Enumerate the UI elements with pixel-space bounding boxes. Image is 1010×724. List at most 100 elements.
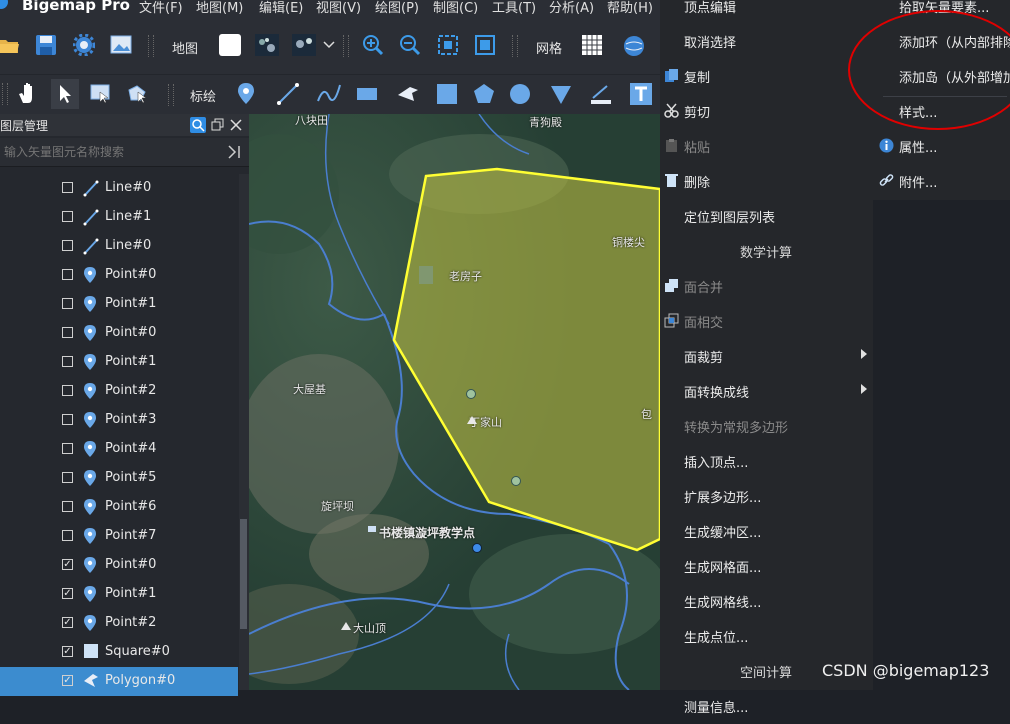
layer-visibility-checkbox[interactable]: ✓: [62, 675, 73, 686]
close-icon[interactable]: [229, 118, 243, 132]
menu-edit[interactable]: 编辑(E): [259, 0, 303, 16]
fit-window-icon[interactable]: [474, 34, 496, 56]
layer-tree-row[interactable]: Line#1: [0, 203, 238, 232]
blank-map-icon[interactable]: [219, 34, 241, 56]
hybrid-map-icon[interactable]: [292, 34, 316, 56]
layer-tree-row[interactable]: Point#5: [0, 464, 238, 493]
layer-visibility-checkbox[interactable]: [62, 443, 73, 454]
menu-view[interactable]: 视图(V): [316, 0, 361, 16]
layer-tree-row[interactable]: Point#3: [0, 406, 238, 435]
layer-tree-row[interactable]: ✓ Point#0: [0, 551, 238, 580]
layer-visibility-checkbox[interactable]: [62, 414, 73, 425]
context-menu-item[interactable]: 生成点位...: [660, 619, 873, 654]
layer-visibility-checkbox[interactable]: [62, 501, 73, 512]
select-box-icon[interactable]: [90, 83, 112, 105]
context-menu-item[interactable]: 剪切: [660, 94, 873, 129]
restore-window-icon[interactable]: [211, 118, 225, 132]
map-point[interactable]: [466, 389, 476, 399]
layer-search-input[interactable]: [2, 142, 226, 162]
square-tool-icon[interactable]: [434, 81, 460, 107]
context-menu-item[interactable]: 测量信息...: [660, 689, 873, 724]
context-menu-item[interactable]: 删除: [660, 164, 873, 199]
rectangle-tool-icon[interactable]: [355, 81, 381, 107]
open-folder-icon[interactable]: [0, 34, 20, 56]
layer-tree-row[interactable]: Point#2: [0, 377, 238, 406]
layer-tree-row[interactable]: Line#0: [0, 174, 238, 203]
layer-tree-row[interactable]: ✓ Polygon#0: [0, 667, 238, 696]
context-menu-item[interactable]: 插入顶点...: [660, 444, 873, 479]
grid-icon[interactable]: [581, 34, 603, 56]
zoom-in-icon[interactable]: [362, 34, 384, 56]
scrollbar-thumb[interactable]: [240, 519, 247, 629]
context-menu-item[interactable]: 取消选择: [660, 24, 873, 59]
layer-visibility-checkbox[interactable]: [62, 472, 73, 483]
menu-draw[interactable]: 绘图(P): [375, 0, 419, 16]
menu-cartography[interactable]: 制图(C): [433, 0, 478, 16]
layer-visibility-checkbox[interactable]: ✓: [62, 559, 73, 570]
satellite-map-icon[interactable]: [255, 34, 279, 56]
marker-tool-icon[interactable]: [236, 81, 256, 107]
menu-tools[interactable]: 工具(T): [492, 0, 536, 16]
layer-visibility-checkbox[interactable]: [62, 211, 73, 222]
layer-tree-row[interactable]: Point#0: [0, 261, 238, 290]
search-icon[interactable]: [190, 117, 206, 133]
hand-pan-icon[interactable]: [16, 81, 40, 105]
context-menu-item[interactable]: 面裁剪: [660, 339, 873, 374]
arrow-shape-tool-icon[interactable]: [396, 81, 422, 107]
layer-visibility-checkbox[interactable]: [62, 240, 73, 251]
layer-tree-row[interactable]: Point#1: [0, 348, 238, 377]
layer-tree-row[interactable]: ✓ Point#1: [0, 580, 238, 609]
settings-gear-icon[interactable]: [73, 34, 95, 56]
submenu-item[interactable]: 附件...: [873, 164, 1010, 199]
context-menu-item[interactable]: 面转换成线: [660, 374, 873, 409]
context-menu-item[interactable]: 生成缓冲区...: [660, 514, 873, 549]
menu-help[interactable]: 帮助(H): [607, 0, 653, 16]
save-icon[interactable]: [35, 34, 57, 56]
curve-tool-icon[interactable]: [316, 81, 342, 107]
image-icon[interactable]: [110, 34, 132, 56]
layer-tree-row[interactable]: Point#0: [0, 319, 238, 348]
layer-tree-row[interactable]: Point#4: [0, 435, 238, 464]
layer-visibility-checkbox[interactable]: [62, 356, 73, 367]
map-point[interactable]: [511, 476, 521, 486]
layer-visibility-checkbox[interactable]: ✓: [62, 646, 73, 657]
layer-visibility-checkbox[interactable]: [62, 269, 73, 280]
layer-tree-row[interactable]: ✓ Point#2: [0, 609, 238, 638]
chevron-down-icon[interactable]: [322, 38, 336, 52]
sector-tool-icon[interactable]: [548, 81, 574, 107]
pentagon-tool-icon[interactable]: [471, 81, 497, 107]
context-menu-item[interactable]: 生成网格面...: [660, 549, 873, 584]
context-menu-item[interactable]: 扩展多边形...: [660, 479, 873, 514]
circle-tool-icon[interactable]: [507, 81, 533, 107]
layer-tree-row[interactable]: Point#7: [0, 522, 238, 551]
measure-tool-icon[interactable]: [588, 81, 614, 107]
context-menu-item[interactable]: 顶点编辑: [660, 0, 873, 24]
layer-visibility-checkbox[interactable]: ✓: [62, 617, 73, 628]
context-menu-item[interactable]: 复制: [660, 59, 873, 94]
select-arrow-icon[interactable]: [51, 79, 79, 109]
layer-visibility-checkbox[interactable]: [62, 530, 73, 541]
layer-visibility-checkbox[interactable]: [62, 182, 73, 193]
layer-visibility-checkbox[interactable]: [62, 298, 73, 309]
map-view[interactable]: 八块田 青狗殿 老房子 铜楼尖 大屋基 丁家山 旋坪坝 书楼镇漩坪教学点 大山顶…: [249, 114, 660, 690]
menu-file[interactable]: 文件(F): [139, 0, 183, 16]
context-menu-item[interactable]: 生成网格线...: [660, 584, 873, 619]
layer-tree-row[interactable]: Point#1: [0, 290, 238, 319]
layer-tree-row[interactable]: Point#6: [0, 493, 238, 522]
line-tool-icon[interactable]: [276, 81, 302, 107]
layer-visibility-checkbox[interactable]: [62, 385, 73, 396]
globe-icon[interactable]: [622, 34, 646, 58]
select-polygon-icon[interactable]: [127, 83, 149, 105]
layer-scrollbar[interactable]: [239, 174, 249, 690]
zoom-out-icon[interactable]: [399, 34, 421, 56]
submenu-item[interactable]: 属性...: [873, 129, 1010, 164]
collapse-panel-icon[interactable]: [226, 144, 242, 160]
text-tool-icon[interactable]: [628, 81, 654, 107]
menu-analysis[interactable]: 分析(A): [549, 0, 594, 16]
layer-visibility-checkbox[interactable]: ✓: [62, 588, 73, 599]
map-point[interactable]: [472, 543, 482, 553]
layer-tree-row[interactable]: Line#0: [0, 232, 238, 261]
layer-tree-row[interactable]: ✓ Square#0: [0, 638, 238, 667]
layer-visibility-checkbox[interactable]: [62, 327, 73, 338]
full-extent-icon[interactable]: [437, 34, 459, 56]
